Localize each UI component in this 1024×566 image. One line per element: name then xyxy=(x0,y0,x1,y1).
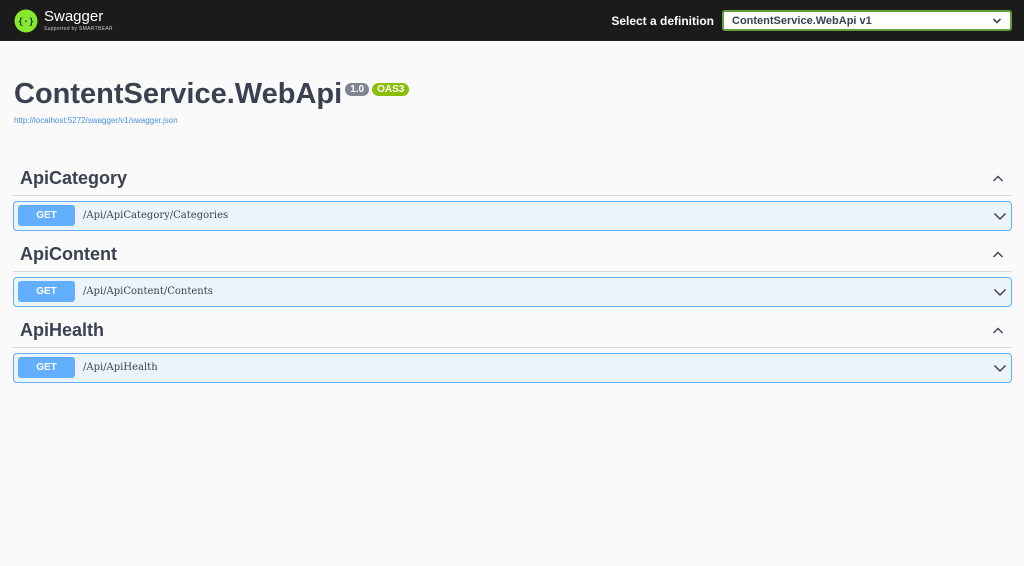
chevron-up-icon[interactable] xyxy=(992,325,1004,337)
method-badge: GET xyxy=(18,357,75,379)
definition-select[interactable]: ContentService.WebApi v1 xyxy=(722,10,1012,31)
chevron-up-icon[interactable] xyxy=(992,249,1004,261)
method-badge: GET xyxy=(18,205,75,227)
operation-row[interactable]: GET /Api/ApiContent/Contents xyxy=(13,276,1012,307)
operation-path: /Api/ApiHealth xyxy=(83,362,158,374)
oas-badge: OAS3 xyxy=(372,83,410,96)
tag-header[interactable]: ApiContent xyxy=(13,239,1012,272)
spec-url-link[interactable]: http://localhost:5272/swagger/v1/swagger… xyxy=(14,116,1010,125)
swagger-brand[interactable]: {·} Swagger Supported by SMARTBEAR xyxy=(14,9,113,33)
tag-title: ApiCategory xyxy=(20,168,128,189)
definition-label: Select a definition xyxy=(611,13,714,28)
tag-header[interactable]: ApiCategory xyxy=(13,163,1012,196)
api-info: ContentService.WebApi 1.0 OAS3 http://lo… xyxy=(0,41,1024,125)
definition-value: ContentService.WebApi v1 xyxy=(732,14,872,27)
tag-section-apihealth: ApiHealth GET /Api/ApiHealth xyxy=(13,315,1012,383)
operation-path: /Api/ApiCategory/Categories xyxy=(83,210,229,222)
operation-row[interactable]: GET /Api/ApiCategory/Categories xyxy=(13,200,1012,231)
svg-text:{·}: {·} xyxy=(18,17,34,27)
topbar: {·} Swagger Supported by SMARTBEAR Selec… xyxy=(0,0,1024,41)
operation-path: /Api/ApiContent/Contents xyxy=(83,286,213,298)
operation-row[interactable]: GET /Api/ApiHealth xyxy=(13,352,1012,383)
definition-selector: Select a definition ContentService.WebAp… xyxy=(611,10,1012,31)
tag-list: ApiCategory GET /Api/ApiCategory/Categor… xyxy=(0,163,1024,383)
tag-title: ApiHealth xyxy=(20,320,105,341)
chevron-down-icon xyxy=(992,17,1002,24)
chevron-down-icon[interactable] xyxy=(993,285,1007,299)
brand-subtitle: Supported by SMARTBEAR xyxy=(44,26,113,32)
tag-header[interactable]: ApiHealth xyxy=(13,315,1012,348)
tag-section-apicategory: ApiCategory GET /Api/ApiCategory/Categor… xyxy=(13,163,1012,231)
chevron-down-icon[interactable] xyxy=(993,361,1007,375)
method-badge: GET xyxy=(18,281,75,303)
chevron-down-icon[interactable] xyxy=(993,209,1007,223)
tag-title: ApiContent xyxy=(20,244,117,265)
tag-section-apicontent: ApiContent GET /Api/ApiContent/Contents xyxy=(13,239,1012,307)
page-title: ContentService.WebApi xyxy=(14,78,343,110)
chevron-up-icon[interactable] xyxy=(992,173,1004,185)
version-badge: 1.0 xyxy=(345,83,370,96)
swagger-logo-icon: {·} xyxy=(14,9,38,32)
brand-name: Swagger xyxy=(44,8,104,25)
